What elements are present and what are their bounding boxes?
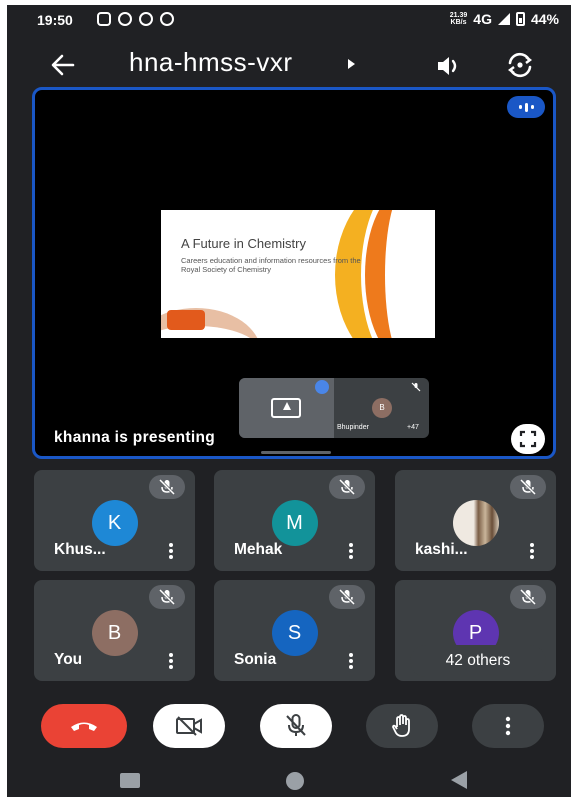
slide-title: A Future in Chemistry bbox=[181, 236, 306, 251]
avatar: K bbox=[91, 500, 138, 546]
location-icon bbox=[160, 12, 174, 26]
drag-handle[interactable] bbox=[261, 451, 331, 454]
network-type: 4G bbox=[473, 11, 492, 27]
audio-bar bbox=[524, 102, 528, 112]
status-time: 19:50 bbox=[37, 12, 73, 28]
back-arrow-icon bbox=[51, 54, 75, 76]
home-button[interactable] bbox=[286, 772, 304, 790]
muted-badge bbox=[329, 475, 365, 499]
participant-name: kashi... bbox=[415, 541, 468, 558]
shared-slide: A Future in Chemistry Careers education … bbox=[161, 210, 435, 338]
battery-level: 44% bbox=[530, 11, 559, 27]
mic-off-icon bbox=[286, 714, 306, 736]
system-nav-bar bbox=[7, 761, 571, 797]
audio-bar bbox=[518, 105, 522, 109]
presenting-label: khanna is presenting bbox=[54, 429, 216, 446]
phone-screen: 19:50 21.39 KB/s 4G 44% hna-hmss-vxr A F… bbox=[7, 5, 571, 797]
camera-toggle-button[interactable] bbox=[153, 704, 225, 748]
network-speed: 21.39 KB/s bbox=[450, 12, 468, 26]
mic-off-icon bbox=[338, 478, 356, 496]
mic-toggle-button[interactable] bbox=[260, 704, 332, 748]
fullscreen-button[interactable] bbox=[511, 424, 545, 454]
rsc-logo bbox=[167, 310, 205, 330]
meeting-details-arrow-icon[interactable] bbox=[348, 59, 355, 69]
speed-value: 21.39 bbox=[449, 12, 468, 19]
slide-subtitle: Careers education and information resour… bbox=[181, 256, 361, 274]
notification-icons bbox=[97, 12, 174, 26]
mic-off-icon bbox=[519, 478, 537, 496]
raise-hand-button[interactable] bbox=[366, 704, 438, 748]
meeting-header: hna-hmss-vxr bbox=[7, 45, 571, 85]
recent-apps-button[interactable] bbox=[120, 773, 140, 788]
more-options-icon[interactable] bbox=[349, 543, 353, 559]
muted-badge bbox=[510, 585, 546, 609]
raise-hand-icon bbox=[392, 714, 410, 737]
avatar: S bbox=[271, 610, 318, 656]
battery-icon bbox=[515, 12, 525, 26]
speaker-button[interactable] bbox=[434, 51, 464, 81]
muted-badge bbox=[510, 475, 546, 499]
participant-name: Sonia bbox=[234, 651, 277, 668]
meeting-code[interactable]: hna-hmss-vxr bbox=[129, 47, 292, 78]
signal-icon bbox=[497, 13, 510, 25]
participant-name: Mehak bbox=[234, 541, 283, 558]
mic-off-icon bbox=[338, 588, 356, 606]
status-bar: 19:50 21.39 KB/s 4G 44% bbox=[7, 5, 571, 35]
back-button[interactable] bbox=[47, 49, 79, 81]
speaker-icon bbox=[438, 57, 457, 75]
avatar: B bbox=[91, 610, 138, 656]
participant-name: Khus... bbox=[54, 541, 106, 558]
switch-camera-button[interactable] bbox=[504, 49, 536, 81]
avatar: B bbox=[372, 398, 392, 418]
participant-tile[interactable]: K Khus... bbox=[34, 470, 195, 571]
switch-camera-icon bbox=[508, 52, 532, 78]
self-preview-tile[interactable]: B Bhupinder +47 bbox=[239, 378, 429, 438]
pin-icon bbox=[315, 380, 329, 394]
mic-off-icon bbox=[158, 588, 176, 606]
screen-share-pane bbox=[239, 378, 334, 438]
more-options-icon[interactable] bbox=[349, 653, 353, 669]
audio-level-indicator bbox=[507, 96, 545, 118]
back-nav-button[interactable] bbox=[451, 771, 467, 789]
video-notification-icon bbox=[97, 12, 111, 26]
participant-tile[interactable]: S Sonia bbox=[214, 580, 375, 681]
avatar: M bbox=[271, 500, 318, 546]
muted-badge bbox=[149, 585, 185, 609]
fullscreen-icon bbox=[519, 430, 537, 448]
meet-notification-icon bbox=[139, 12, 153, 26]
participant-tile[interactable]: kashi... bbox=[395, 470, 556, 571]
end-call-icon bbox=[71, 722, 97, 731]
whatsapp-icon bbox=[118, 12, 132, 26]
present-screen-icon bbox=[271, 398, 301, 418]
mic-off-icon bbox=[519, 588, 537, 606]
more-options-icon[interactable] bbox=[530, 543, 534, 559]
audio-bar bbox=[530, 105, 534, 109]
presentation-tile[interactable]: A Future in Chemistry Careers education … bbox=[32, 87, 556, 459]
participant-tile[interactable]: M Mehak bbox=[214, 470, 375, 571]
participant-name: Bhupinder bbox=[337, 424, 369, 431]
more-options-icon bbox=[505, 716, 511, 736]
others-pill[interactable]: 42 others bbox=[410, 645, 546, 677]
slide-decoration bbox=[365, 210, 435, 338]
muted-badge bbox=[149, 475, 185, 499]
mic-off-icon bbox=[158, 478, 176, 496]
more-options-button[interactable] bbox=[472, 704, 544, 748]
muted-badge bbox=[329, 585, 365, 609]
profile-photo bbox=[452, 500, 499, 546]
end-call-button[interactable] bbox=[41, 704, 127, 748]
participant-name: You bbox=[54, 651, 83, 668]
speed-unit: KB/s bbox=[450, 19, 467, 26]
camera-off-icon bbox=[176, 716, 202, 736]
participant-count: +47 bbox=[407, 424, 419, 431]
participant-tile[interactable]: B You bbox=[34, 580, 195, 681]
mic-off-icon bbox=[411, 382, 421, 392]
more-options-icon[interactable] bbox=[169, 543, 173, 559]
more-options-icon[interactable] bbox=[169, 653, 173, 669]
status-right: 21.39 KB/s 4G 44% bbox=[450, 11, 559, 27]
